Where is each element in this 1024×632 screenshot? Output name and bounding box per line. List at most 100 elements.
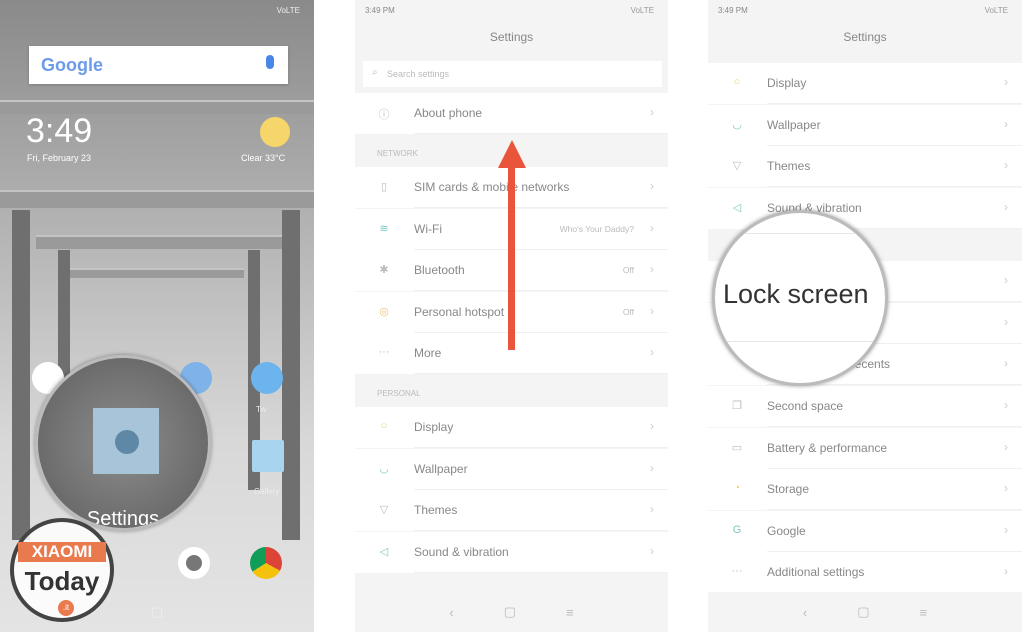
- watermark-line2: Today: [24, 566, 100, 596]
- row-label: Second space: [767, 399, 844, 413]
- swipe-up-arrow-head: [498, 140, 526, 168]
- row-label: Battery & performance: [767, 440, 888, 455]
- settings-row[interactable]: ◁ Sound & vibration ›: [355, 531, 668, 573]
- settings-row[interactable]: ◡ Wallpaper ›: [708, 104, 1022, 146]
- row-label: Bluetooth: [414, 263, 465, 277]
- chevron-right-icon: ›: [650, 345, 654, 359]
- row-label: Wallpaper: [767, 117, 821, 132]
- row-label: Google: [767, 523, 806, 538]
- chevron-right-icon: ›: [1004, 356, 1008, 370]
- nav-bar: ‹ ▢ ≡: [708, 592, 1022, 632]
- page-title: Settings: [843, 30, 887, 44]
- settings-row[interactable]: ▭ Battery & performance ›: [708, 427, 1022, 469]
- row-label: Display: [414, 420, 454, 434]
- settings-gear-icon[interactable]: [93, 408, 159, 474]
- search-input[interactable]: ⌕ Search settings: [363, 61, 662, 87]
- twitter-icon[interactable]: [251, 362, 283, 394]
- settings-row[interactable]: ▽ Themes ›: [355, 490, 668, 531]
- microphone-icon[interactable]: [266, 55, 274, 69]
- search-placeholder: Search settings: [387, 69, 450, 79]
- row-label: More: [414, 346, 442, 360]
- watermark-line1: XIAOMI: [18, 542, 106, 562]
- row-label: Personal hotspot: [414, 304, 505, 319]
- row-label: Additional settings: [767, 565, 865, 579]
- status-icons: VoLTE: [984, 6, 1008, 15]
- bluetooth-icon: ✱: [379, 264, 389, 276]
- settings-row[interactable]: ◔ Storage ›: [708, 469, 1022, 510]
- more-icon: ···: [378, 346, 390, 358]
- row-label: Themes: [767, 159, 811, 173]
- section-header-personal: PERSONAL: [377, 389, 421, 398]
- home-icon[interactable]: ▢: [857, 604, 869, 620]
- chevron-right-icon: ›: [1004, 439, 1008, 454]
- page-title: Settings: [489, 30, 534, 44]
- chevron-right-icon: ›: [1004, 199, 1008, 214]
- chevron-right-icon: ›: [650, 543, 654, 558]
- chrome-icon[interactable]: [250, 547, 282, 579]
- back-icon[interactable]: ‹: [803, 605, 807, 620]
- magnifier: Lock screen: [712, 210, 888, 386]
- pier-post: [12, 210, 30, 540]
- row-label: SIM cards & mobile networks: [414, 180, 570, 194]
- hotspot-icon: ◎: [379, 305, 389, 318]
- info-icon: ⓘ: [378, 109, 390, 121]
- row-label: Wallpaper: [414, 461, 468, 476]
- chevron-right-icon: ›: [1004, 158, 1008, 172]
- chevron-right-icon: ›: [1004, 75, 1008, 89]
- camera-icon[interactable]: [178, 547, 210, 579]
- google-logo: Google: [41, 55, 103, 75]
- chevron-right-icon: ›: [650, 105, 654, 119]
- settings-row[interactable]: ◡ Wallpaper ›: [355, 448, 668, 490]
- chevron-right-icon: ›: [1004, 116, 1008, 131]
- sim-icon: ▯: [380, 181, 388, 193]
- home-icon[interactable]: ▢: [504, 604, 516, 620]
- status-icons: VoLTE: [630, 6, 654, 15]
- chevron-right-icon: ›: [650, 220, 654, 235]
- pier-post: [282, 210, 300, 540]
- chevron-right-icon: ›: [1004, 398, 1008, 412]
- wallpaper-icon: ◡: [379, 462, 389, 475]
- date: Fri, February 23: [27, 153, 92, 163]
- magnifier: Settings: [35, 355, 211, 531]
- weather-sun-icon: [260, 117, 290, 147]
- back-icon[interactable]: ‹: [449, 605, 453, 620]
- google-search-bar[interactable]: Google: [29, 46, 288, 84]
- sound-icon: ◁: [379, 545, 389, 558]
- row-label: Wi-Fi: [414, 221, 442, 236]
- settings-row[interactable]: ○ Display ›: [355, 407, 668, 448]
- menu-icon[interactable]: ≡: [920, 605, 928, 620]
- wifi-icon: ≋: [379, 222, 389, 235]
- clock: 3:49: [26, 112, 93, 150]
- gallery-icon[interactable]: [252, 440, 284, 472]
- second-space-icon: ❐: [732, 400, 742, 412]
- chevron-right-icon: ›: [650, 262, 654, 276]
- wallpaper-icon: ◡: [732, 118, 742, 131]
- status-bar: VoLTE: [276, 6, 300, 15]
- twitter-label: Tw: [256, 405, 267, 414]
- search-icon: ⌕: [372, 67, 378, 78]
- status-time: 3:49 PM: [718, 6, 748, 15]
- settings-row[interactable]: ▽ Themes ›: [708, 146, 1022, 187]
- settings-row[interactable]: G Google ›: [708, 510, 1022, 552]
- weather-text: Clear 33°C: [241, 153, 286, 163]
- settings-row[interactable]: ❐ Second space ›: [708, 386, 1022, 427]
- themes-icon: ▽: [732, 160, 742, 172]
- chevron-right-icon: ›: [1004, 314, 1008, 329]
- settings-row[interactable]: ○ Display ›: [708, 63, 1022, 104]
- home-button-icon[interactable]: ▢: [151, 604, 163, 620]
- themes-icon: ▽: [379, 504, 389, 516]
- menu-icon[interactable]: ≡: [566, 605, 574, 620]
- display-icon: ○: [380, 420, 388, 432]
- section-header-network: NETWORK: [377, 149, 418, 158]
- settings-row[interactable]: ··· Additional settings ›: [708, 552, 1022, 593]
- row-label: Storage: [767, 482, 810, 496]
- xiaomitoday-watermark-logo: XIAOMI Today .it: [10, 518, 114, 622]
- settings-row[interactable]: ⓘ About phone ›: [355, 93, 668, 134]
- row-value: Off: [622, 265, 634, 275]
- chevron-right-icon: ›: [1004, 273, 1008, 287]
- pier-beam: [70, 268, 244, 278]
- chevron-right-icon: ›: [650, 460, 654, 475]
- pier-beam: [36, 235, 284, 249]
- gallery-label: Gallery: [254, 487, 280, 496]
- chevron-right-icon: ›: [650, 419, 654, 433]
